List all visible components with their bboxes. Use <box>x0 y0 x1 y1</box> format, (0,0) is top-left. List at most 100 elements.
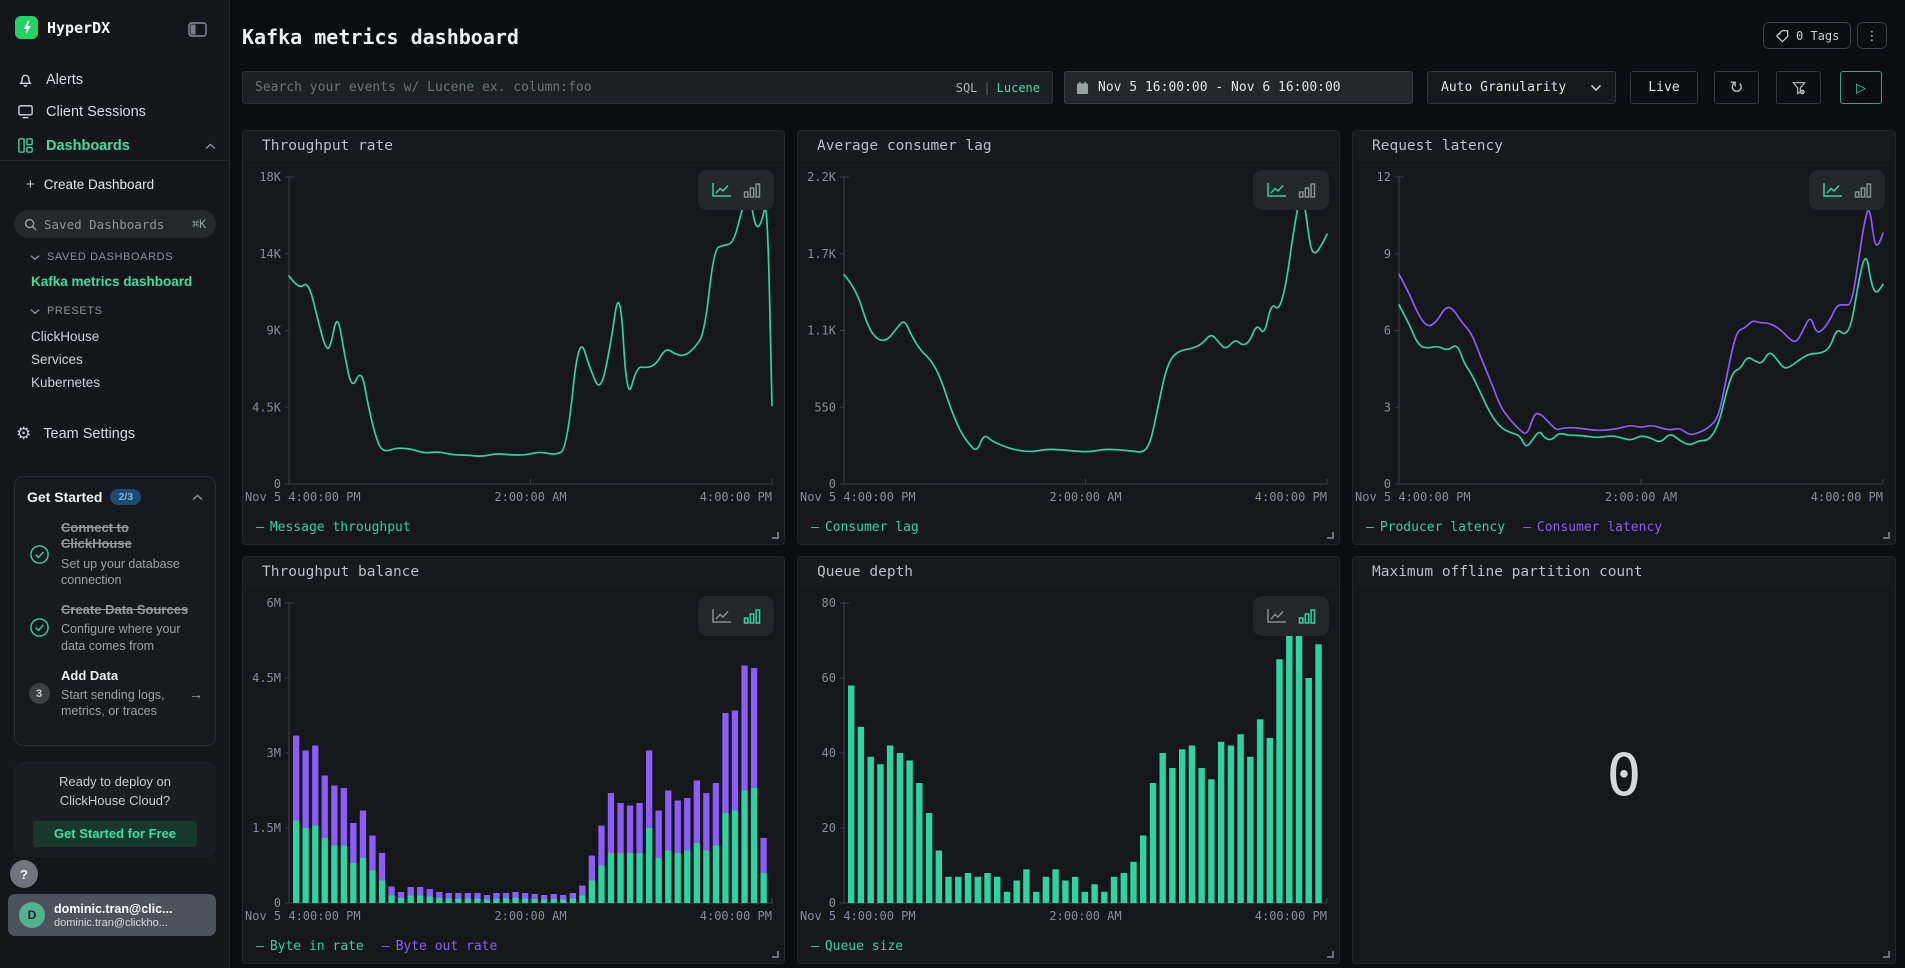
legend-item[interactable]: —Consumer latency <box>1523 520 1662 535</box>
chart-canvas[interactable]: 01.5M3M4.5M6MNov 5 4:00:00 PM2:00:00 AM4… <box>243 587 784 929</box>
legend-item[interactable]: — Byte out rate <box>382 939 498 954</box>
gear-icon: ⚙ <box>16 425 31 442</box>
resize-handle[interactable] <box>772 532 779 539</box>
line-chart-icon[interactable] <box>1822 182 1844 199</box>
line-chart-icon[interactable] <box>711 182 733 199</box>
sql-option[interactable]: SQL <box>956 81 978 95</box>
svg-text:0: 0 <box>274 896 281 910</box>
bar-chart-icon[interactable] <box>743 182 761 199</box>
resize-handle[interactable] <box>1883 532 1890 539</box>
step-number-badge: 3 <box>29 683 50 704</box>
bar-chart-icon[interactable] <box>1854 182 1872 199</box>
sidebar-item-dashboards[interactable]: Dashboards <box>0 132 230 159</box>
chart-legend: —Producer latency —Consumer latency <box>1353 510 1895 544</box>
legend-item[interactable]: —Byte in rate <box>256 939 364 954</box>
legend-item[interactable]: —Message throughput <box>256 520 411 535</box>
saved-dashboards-section[interactable]: SAVED DASHBOARDS <box>30 251 173 263</box>
chart-legend: —Queue size <box>798 929 1339 963</box>
get-started-free-button[interactable]: Get Started for Free <box>33 821 197 847</box>
run-query-button[interactable]: ▷ <box>1840 71 1882 104</box>
chart-legend: —Byte in rate — Byte out rate <box>243 929 784 963</box>
shortcut-badge: ⌘K <box>192 217 206 231</box>
legend-dash-icon: — <box>811 520 819 535</box>
sidebar-collapse-icon[interactable] <box>188 22 207 42</box>
line-chart-icon[interactable] <box>1266 608 1288 625</box>
live-button[interactable]: Live <box>1630 71 1698 104</box>
step-create-data-sources[interactable]: Create Data Sources Configure where your… <box>27 602 203 654</box>
chart-canvas[interactable]: 036912Nov 5 4:00:00 PM2:00:00 AM4:00:00 … <box>1353 161 1895 510</box>
svg-text:Nov 5 4:00:00 PM: Nov 5 4:00:00 PM <box>800 909 916 923</box>
svg-text:Nov 5 4:00:00 PM: Nov 5 4:00:00 PM <box>245 490 361 504</box>
date-range-picker[interactable]: Nov 5 16:00:00 - Nov 6 16:00:00 <box>1064 71 1413 104</box>
saved-dashboards-search[interactable]: Saved Dashboards ⌘K <box>14 210 216 238</box>
legend-label: Byte in rate <box>270 939 364 954</box>
svg-text:60: 60 <box>822 671 836 685</box>
line-chart-icon[interactable] <box>711 608 733 625</box>
filter-icon <box>1791 80 1807 96</box>
bar-chart-icon[interactable] <box>1298 608 1316 625</box>
query-language-toggle[interactable]: SQL | Lucene <box>956 81 1040 95</box>
help-button[interactable]: ? <box>10 860 38 888</box>
chevron-up-icon[interactable] <box>192 488 203 506</box>
sidebar-item-clickhouse[interactable]: ClickHouse <box>31 329 99 344</box>
lucene-option[interactable]: Lucene <box>997 81 1040 95</box>
panel-title: Average consumer lag <box>817 138 992 154</box>
sidebar-item-client-sessions[interactable]: Client Sessions <box>0 98 230 125</box>
sidebar-item-alerts[interactable]: Alerts <box>0 66 230 93</box>
legend-dash-icon: — <box>1523 520 1531 535</box>
chart-legend: —Message throughput <box>243 510 784 544</box>
sidebar-item-kafka-dashboard[interactable]: Kafka metrics dashboard <box>31 274 192 289</box>
bar-chart-icon[interactable] <box>743 608 761 625</box>
panel-title: Maximum offline partition count <box>1372 564 1643 580</box>
search-input[interactable] <box>255 80 956 95</box>
user-name: dominic.tran@clic... <box>54 902 172 916</box>
presets-section[interactable]: PRESETS <box>30 305 103 317</box>
resize-handle[interactable] <box>1327 532 1334 539</box>
check-circle-icon <box>27 602 51 654</box>
filter-button[interactable] <box>1776 71 1821 104</box>
sidebar-item-kubernetes[interactable]: Kubernetes <box>31 375 100 390</box>
sidebar-item-services[interactable]: Services <box>31 352 83 367</box>
legend-dash-icon: — <box>382 939 390 954</box>
legend-item[interactable]: —Producer latency <box>1366 520 1505 535</box>
tags-button[interactable]: 0 Tags <box>1763 22 1851 49</box>
legend-item[interactable]: —Consumer lag <box>811 520 919 535</box>
get-started-header[interactable]: Get Started 2/3 <box>27 488 203 506</box>
more-options-button[interactable]: ⋮ <box>1857 22 1887 49</box>
resize-handle[interactable] <box>1327 951 1334 958</box>
sidebar: HyperDX Alerts Client Sessions Dashboard… <box>0 0 230 968</box>
chart-canvas[interactable]: 05501.1K1.7K2.2KNov 5 4:00:00 PM2:00:00 … <box>798 161 1339 510</box>
play-icon: ▷ <box>1856 80 1866 96</box>
check-circle-icon <box>27 520 51 588</box>
sidebar-divider <box>0 160 230 161</box>
chart-panel-throughput-rate: Throughput rate 04.5K9K14K18KNov 5 4:00:… <box>242 130 785 545</box>
refresh-button[interactable]: ↻ <box>1714 71 1759 104</box>
svg-text:4.5K: 4.5K <box>252 400 282 414</box>
plus-icon: + <box>26 176 35 193</box>
chart-canvas[interactable]: 020406080Nov 5 4:00:00 PM2:00:00 AM4:00:… <box>798 587 1339 929</box>
legend-label: Byte out rate <box>396 939 498 954</box>
svg-text:4:00:00 PM: 4:00:00 PM <box>1255 490 1327 504</box>
big-number-value: 0 <box>1353 587 1895 963</box>
line-chart-icon[interactable] <box>1266 182 1288 199</box>
legend-item[interactable]: —Queue size <box>811 939 903 954</box>
brand: HyperDX <box>15 16 110 39</box>
resize-handle[interactable] <box>772 951 779 958</box>
user-menu[interactable]: D dominic.tran@clic... dominic.tran@clic… <box>8 894 216 936</box>
step-add-data[interactable]: 3 Add Data Start sending logs, metrics, … <box>27 668 203 720</box>
step-connect-clickhouse[interactable]: Connect to ClickHouse Set up your databa… <box>27 520 203 588</box>
svg-text:6M: 6M <box>267 596 281 610</box>
create-dashboard-button[interactable]: + Create Dashboard <box>0 172 230 196</box>
bar-chart-icon[interactable] <box>1298 182 1316 199</box>
chart-panel-throughput-balance: Throughput balance 01.5M3M4.5M6MNov 5 4:… <box>242 556 785 964</box>
dashboard-grid-icon <box>17 137 34 154</box>
resize-handle[interactable] <box>1883 951 1890 958</box>
chart-canvas[interactable]: 04.5K9K14K18KNov 5 4:00:00 PM2:00:00 AM4… <box>243 161 784 510</box>
tag-icon <box>1775 29 1789 43</box>
chevron-up-icon[interactable] <box>205 138 216 154</box>
brand-name: HyperDX <box>47 19 110 37</box>
granularity-select[interactable]: Auto Granularity <box>1427 71 1616 104</box>
svg-text:4.5M: 4.5M <box>252 671 281 685</box>
chart-type-toggle <box>1253 170 1329 210</box>
sidebar-item-team-settings[interactable]: ⚙ Team Settings <box>0 420 230 447</box>
